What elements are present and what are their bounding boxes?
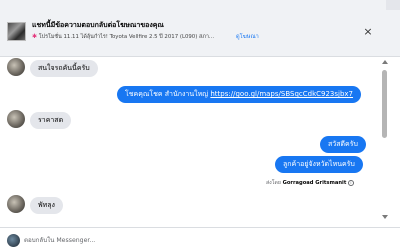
sent-by-prefix: ส่งโดย — [266, 180, 281, 186]
page-avatar — [7, 234, 20, 247]
maps-link[interactable]: https://goo.gl/maps/SBSqcCdkC923sjbx7 — [210, 90, 353, 98]
customer-avatar[interactable] — [7, 58, 25, 76]
message-outgoing: สวัสดีครับ — [320, 136, 366, 153]
ad-reply-banner: แชทนี้มีข้อความตอบกลับต่อโฆษณาของคุณ ✱ โ… — [0, 0, 400, 57]
sent-by-label: ส่งโดย Gorragoad Gritsmanit i — [266, 179, 354, 187]
message-outgoing: โชคคุณโชค สำนักงานใหญ่ https://goo.gl/ma… — [117, 86, 362, 103]
chat-scrollbar[interactable] — [380, 57, 390, 225]
message-outgoing: ลูกค้าอยู่จังหวัดไหนครับ — [275, 156, 363, 173]
reply-input[interactable] — [24, 234, 224, 247]
scroll-thumb[interactable] — [382, 70, 387, 138]
ad-subtitle-text: โปรโมชั่น 11.11 ได้ลุ้นกำไร! Toyota Vell… — [38, 34, 215, 40]
customer-avatar[interactable] — [7, 195, 25, 213]
promo-star-icon: ✱ — [32, 33, 38, 40]
close-icon[interactable]: × — [361, 25, 375, 39]
message-incoming: พัทลุง — [30, 197, 63, 214]
scroll-down-arrow-icon[interactable] — [382, 215, 388, 219]
message-text: โชคคุณโชค สำนักงานใหญ่ — [125, 90, 211, 98]
ad-subtitle: ✱ โปรโมชั่น 11.11 ได้ลุ้นกำไร! Toyota Ve… — [32, 33, 214, 41]
message-composer — [0, 227, 400, 250]
ad-banner-title: แชทนี้มีข้อความตอบกลับต่อโฆษณาของคุณ — [32, 21, 164, 29]
view-ad-link[interactable]: ดูโฆษณา — [236, 33, 259, 41]
scroll-up-arrow-icon[interactable] — [382, 60, 388, 64]
info-icon[interactable]: i — [347, 179, 354, 186]
window-corner — [386, 0, 400, 10]
message-incoming: ราคาสด — [30, 112, 72, 129]
customer-avatar[interactable] — [7, 110, 25, 128]
message-incoming: สนใจรถคันนี้ครับ — [30, 60, 98, 77]
ad-thumbnail[interactable] — [7, 22, 26, 41]
sender-name: Gorragoad Gritsmanit — [282, 180, 347, 186]
